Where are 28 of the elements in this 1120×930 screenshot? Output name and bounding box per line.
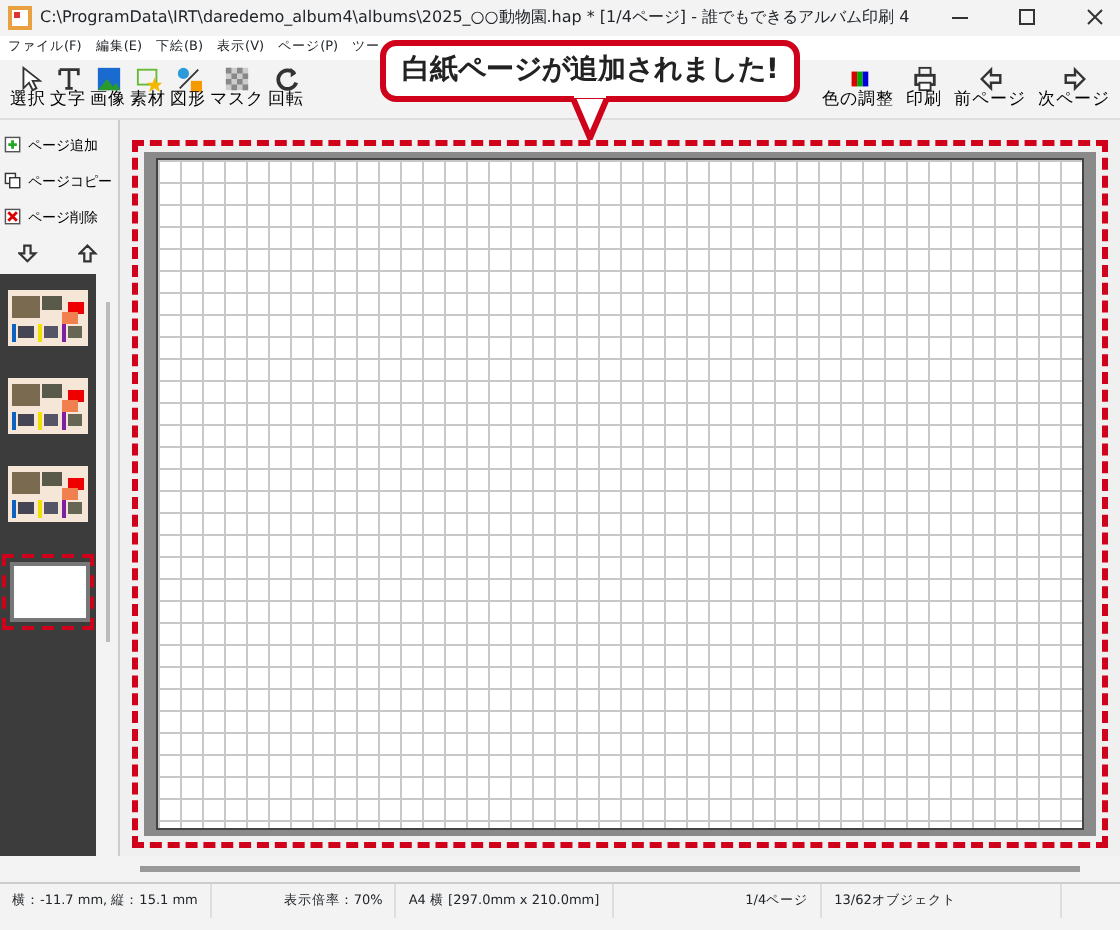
rotate-icon: [273, 66, 299, 93]
maximize-icon[interactable]: [1019, 9, 1035, 25]
move-down-icon[interactable]: [18, 244, 41, 266]
window-title: C:\ProgramData\IRT\daredemo_album4\albums\2025_○○動物園.hap * [1/4ページ] - 誰でもできるアルバム印刷 4: [40, 6, 910, 30]
toolbar-button[interactable]: 選択: [8, 66, 48, 112]
toolbar-button[interactable]: 回転: [266, 66, 306, 112]
image-icon: [95, 66, 121, 93]
toolbar-button[interactable]: 前ページ: [952, 66, 1028, 112]
move-up-icon[interactable]: [77, 244, 100, 266]
text-icon: [55, 66, 81, 93]
right-arrow-icon: [1061, 66, 1087, 93]
toolbar-button[interactable]: 文字: [48, 66, 88, 112]
print-icon: [911, 66, 937, 93]
shapes-icon: [175, 66, 201, 93]
toolbar-button[interactable]: 素材: [128, 66, 168, 112]
left-arrow-icon: [977, 66, 1003, 93]
app-icon: [8, 6, 32, 30]
minimize-icon[interactable]: [951, 17, 969, 19]
horizontal-scrollbar[interactable]: [140, 866, 1080, 872]
toolbar-button[interactable]: 色の調整: [820, 66, 896, 112]
close-icon[interactable]: [1087, 9, 1103, 25]
toolbar-button[interactable]: 印刷: [904, 66, 944, 112]
toolbar-button[interactable]: 画像: [88, 66, 128, 112]
toolbar-button[interactable]: 次ページ: [1036, 66, 1112, 112]
star-frame-icon: [135, 66, 161, 93]
toolbar-button[interactable]: 図形: [168, 66, 208, 112]
checker-icon: [224, 66, 250, 93]
toolbar-button[interactable]: マスク: [208, 66, 266, 112]
